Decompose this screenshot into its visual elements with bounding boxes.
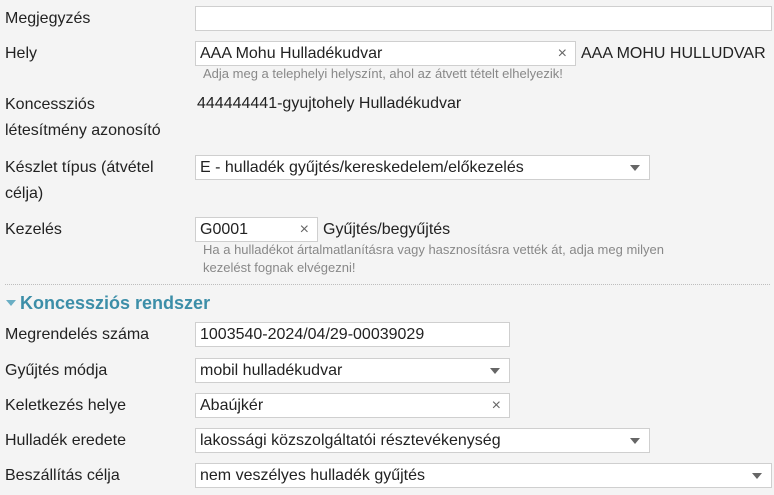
kezeles-help-1: Ha a hulladékot ártalmatlanításra vagy h… bbox=[203, 242, 665, 257]
clear-icon[interactable]: × bbox=[558, 42, 567, 65]
hely-label: Hely bbox=[5, 45, 38, 62]
eredet-select[interactable]: lakossági közszolgáltatói résztevékenysé… bbox=[195, 428, 650, 453]
megrendeles-input[interactable]: 1003540-2024/04/29-00039029 bbox=[195, 322, 510, 347]
kezeles-display: Gyűjtés/begyűjtés bbox=[323, 221, 451, 238]
gyujtes-label: Gyűjtés módja bbox=[5, 362, 108, 379]
section-header-koncesszios[interactable]: Koncessziós rendszer bbox=[6, 290, 210, 316]
keletkezes-combobox[interactable]: Abaújkér × bbox=[195, 393, 510, 418]
koncesszios-label-1: Koncessziós bbox=[5, 96, 95, 113]
eredet-label: Hulladék eredete bbox=[5, 432, 126, 449]
celja-label: Beszállítás célja bbox=[5, 467, 120, 484]
gyujtes-value: mobil hulladékudvar bbox=[200, 362, 343, 379]
koncesszios-value: 444444441-gyujtohely Hulladékudvar bbox=[197, 95, 462, 112]
hely-combobox[interactable]: AAA Mohu Hulladékudvar × bbox=[195, 41, 576, 66]
hely-display-code: AAA MOHU HULLUDVAR bbox=[581, 45, 766, 62]
megjegyzes-label: Megjegyzés bbox=[5, 10, 91, 27]
koncesszios-label-2: létesítmény azonosító bbox=[5, 122, 161, 139]
kezeles-label: Kezelés bbox=[5, 221, 62, 238]
chevron-down-icon[interactable] bbox=[630, 438, 640, 444]
hely-help: Adja meg a telephelyi helyszínt, ahol az… bbox=[203, 66, 563, 81]
chevron-down-icon[interactable] bbox=[490, 368, 500, 374]
eredet-value: lakossági közszolgáltatói résztevékenysé… bbox=[200, 432, 501, 449]
celja-value: nem veszélyes hulladék gyűjtés bbox=[200, 467, 426, 484]
divider bbox=[5, 284, 770, 285]
gyujtes-select[interactable]: mobil hulladékudvar bbox=[195, 358, 510, 383]
megrendeles-label: Megrendelés száma bbox=[5, 326, 150, 343]
kezeles-value: G0001 bbox=[200, 221, 249, 238]
chevron-down-icon[interactable] bbox=[630, 165, 640, 171]
celja-select[interactable]: nem veszélyes hulladék gyűjtés bbox=[195, 463, 772, 488]
section-title: Koncessziós rendszer bbox=[20, 293, 211, 313]
keszlet-select[interactable]: E - hulladék gyűjtés/kereskedelem/előkez… bbox=[195, 155, 650, 180]
megjegyzes-input[interactable] bbox=[195, 6, 772, 31]
chevron-down-icon[interactable] bbox=[752, 473, 762, 479]
clear-icon[interactable]: × bbox=[492, 394, 501, 417]
keszlet-value: E - hulladék gyűjtés/kereskedelem/előkez… bbox=[200, 159, 524, 176]
keletkezes-value: Abaújkér bbox=[200, 397, 264, 414]
kezeles-combobox[interactable]: G0001 × bbox=[195, 217, 318, 242]
keszlet-label-1: Készlet típus (átvétel bbox=[5, 159, 154, 176]
collapse-triangle-icon[interactable] bbox=[6, 300, 16, 306]
kezeles-help-2: kezelést fognak elvégezni! bbox=[203, 260, 356, 275]
keszlet-label-2: célja) bbox=[5, 185, 44, 202]
keletkezes-label: Keletkezés helye bbox=[5, 397, 126, 414]
clear-icon[interactable]: × bbox=[300, 218, 309, 241]
hely-value: AAA Mohu Hulladékudvar bbox=[200, 45, 383, 62]
